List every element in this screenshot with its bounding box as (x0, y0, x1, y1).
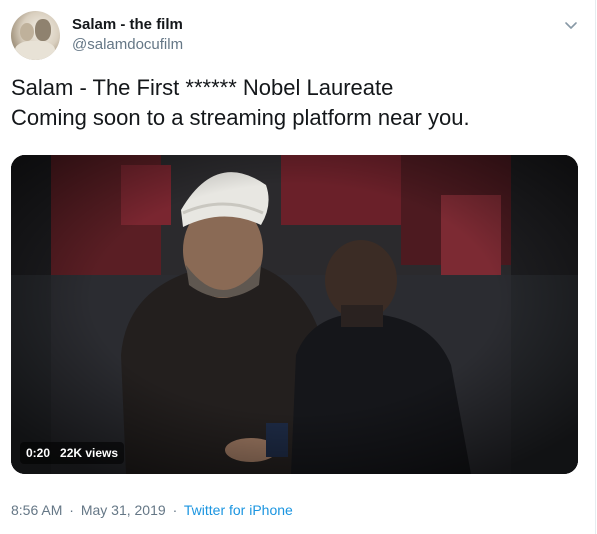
video-frame (11, 155, 578, 474)
meta-separator-2: · (172, 502, 178, 518)
tweet-text-line-2: Coming soon to a streaming platform near… (11, 105, 470, 130)
tweet-card: Salam - the film @salamdocufilm Salam - … (0, 0, 596, 534)
tweet-text: Salam - The First ****** Nobel Laureate … (11, 73, 581, 133)
tweet-time[interactable]: 8:56 AM (11, 502, 62, 518)
video-duration: 0:20 (26, 446, 51, 460)
tweet-date[interactable]: May 31, 2019 (81, 502, 166, 518)
video-player[interactable]: 0:20 22K views (11, 155, 578, 474)
display-name[interactable]: Salam - the film (72, 16, 183, 33)
tweet-metadata: 8:56 AM · May 31, 2019 · Twitter for iPh… (11, 502, 293, 518)
video-views: 22K views (60, 446, 119, 460)
tweet-text-line-1: Salam - The First ****** Nobel Laureate (11, 75, 394, 100)
tweet-source-link[interactable]: Twitter for iPhone (184, 502, 293, 518)
avatar[interactable] (11, 11, 60, 60)
user-handle[interactable]: @salamdocufilm (72, 36, 183, 53)
meta-separator: · (69, 502, 74, 518)
video-stats-badge: 0:20 22K views (20, 442, 125, 464)
chevron-down-icon[interactable] (562, 16, 580, 34)
